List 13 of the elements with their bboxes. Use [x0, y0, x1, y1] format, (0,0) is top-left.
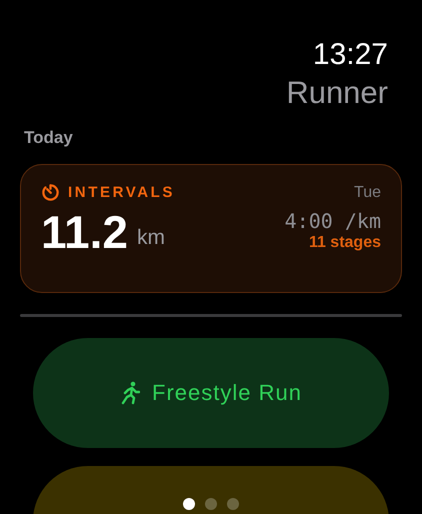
freestyle-run-button[interactable]: Freestyle Run	[33, 338, 389, 448]
app-title: Runner	[286, 74, 388, 112]
workout-card[interactable]: INTERVALS Tue 11.2 km 4:00 /km 11 stages	[20, 164, 402, 293]
timer-icon	[41, 183, 60, 202]
distance-unit: km	[137, 226, 165, 250]
pace-value: 4:00 /km	[284, 208, 381, 234]
distance-value: 11.2	[41, 206, 128, 258]
running-figure-icon	[120, 381, 140, 405]
stages-count: 11 stages	[308, 234, 381, 252]
section-heading: Today	[24, 127, 74, 149]
clock-time: 13:27	[312, 37, 388, 73]
workout-day: Tue	[354, 184, 381, 202]
workout-type: INTERVALS	[68, 184, 176, 201]
